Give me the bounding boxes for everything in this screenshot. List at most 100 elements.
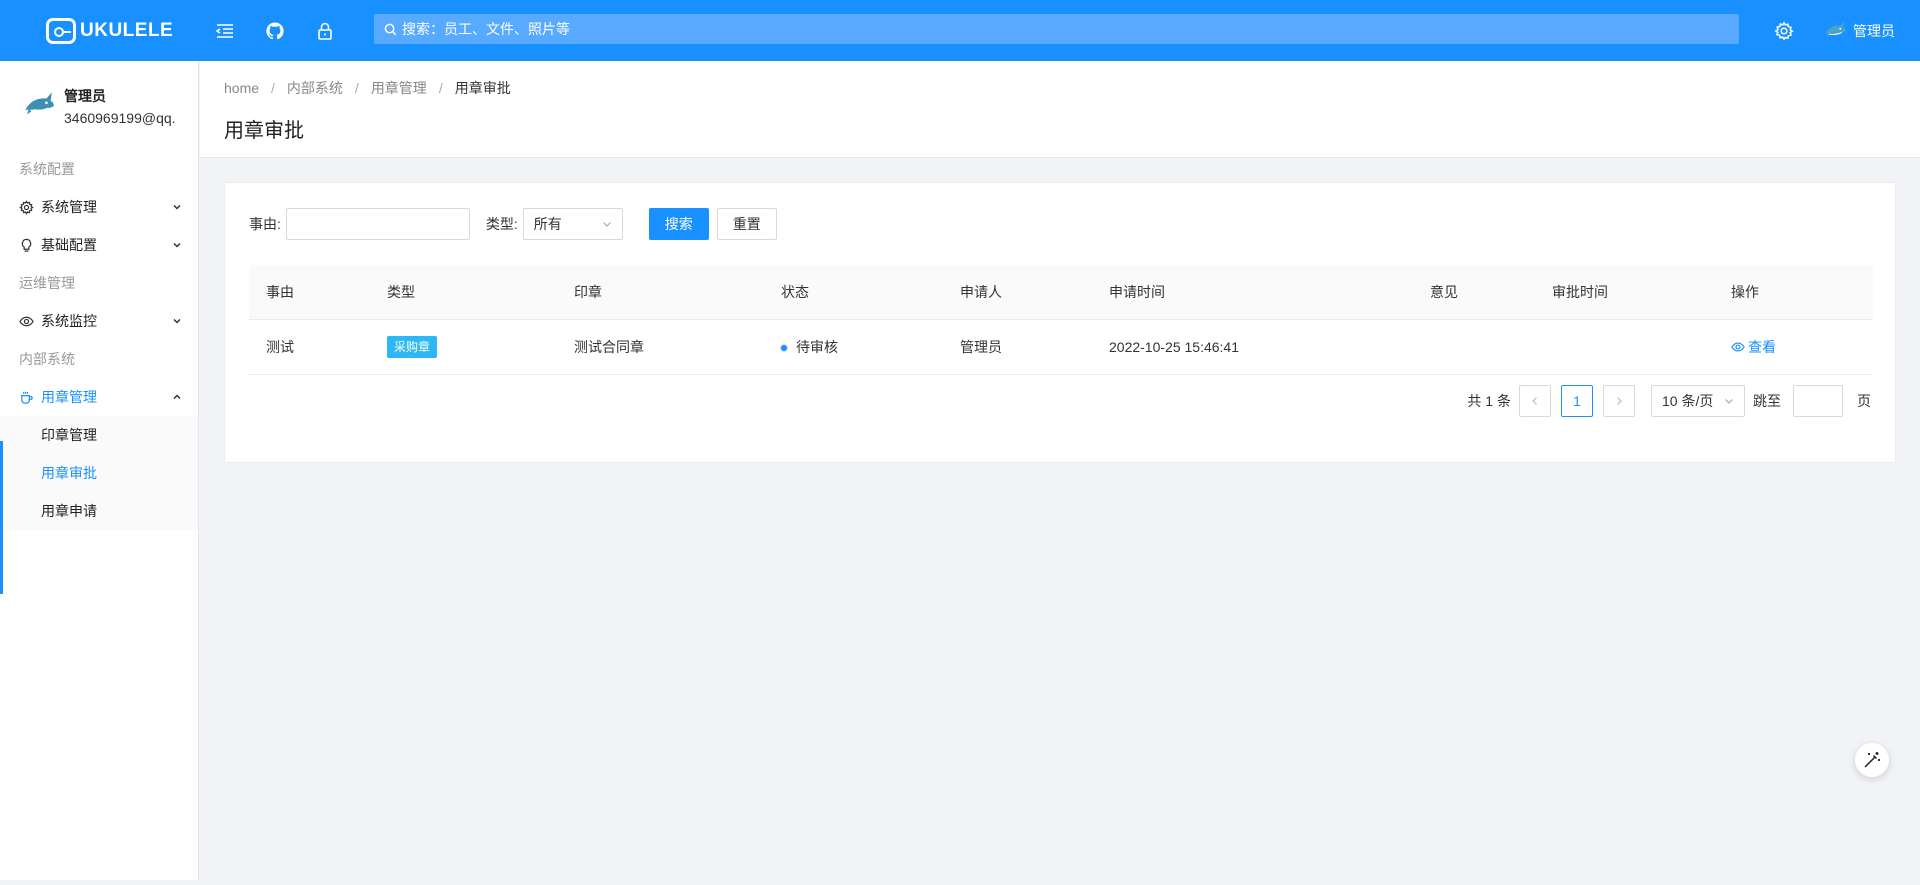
cell-apply-time: 2022-10-25 15:46:41 — [1109, 339, 1239, 355]
col-header-action: 操作 — [1731, 284, 1759, 300]
gear-icon — [19, 199, 34, 215]
table-row: 测试 采购章 测试合同章 待审核 管理员 2022-10-25 15:46:41… — [249, 320, 1873, 375]
filter-bar: 事由: 类型: 所有 搜索 重置 — [249, 208, 785, 240]
view-link[interactable]: 查看 — [1731, 337, 1776, 357]
col-header-applicant: 申请人 — [960, 284, 1002, 300]
reason-label: 事由: — [249, 216, 281, 232]
type-tag: 采购章 — [387, 336, 438, 358]
sidebar-profile: 管理员 3460969199@qq.com — [0, 61, 198, 150]
reason-input[interactable] — [285, 208, 470, 240]
col-header-approve-time: 审批时间 — [1552, 284, 1608, 300]
menu-group-ops: 运维管理 — [19, 275, 75, 291]
cell-seal: 测试合同章 — [574, 339, 644, 355]
menu-group-system-config: 系统配置 — [19, 161, 75, 177]
github-icon[interactable] — [250, 0, 300, 61]
col-header-status: 状态 — [781, 284, 809, 300]
breadcrumb-separator: / — [271, 80, 275, 96]
bulb-icon — [21, 238, 32, 252]
breadcrumb-separator: / — [438, 80, 443, 96]
global-search[interactable] — [374, 14, 1739, 44]
search-icon — [384, 23, 397, 35]
page-title: 用章审批 — [224, 120, 304, 142]
sidebar-item-label: 系统监控 — [41, 313, 97, 329]
shark-avatar-icon — [1825, 20, 1846, 37]
eye-icon — [19, 316, 34, 326]
content-card: 事由: 类型: 所有 搜索 重置 事由 类型 印章 状态 申请人 申请时间 意见… — [224, 182, 1896, 463]
jump-page-input[interactable] — [1793, 385, 1843, 417]
breadcrumb-separator: / — [354, 80, 359, 96]
header-right: 管理员 — [1759, 0, 1920, 61]
logo-icon — [46, 17, 76, 44]
settings-gear-icon[interactable] — [1759, 0, 1809, 61]
type-select-value: 所有 — [533, 216, 562, 232]
chevron-up-icon — [173, 394, 181, 400]
prev-page-button[interactable] — [1519, 385, 1551, 417]
cell-reason: 测试 — [266, 339, 294, 355]
status-dot-icon — [781, 345, 787, 352]
pagination-total: 共 1 条 — [1467, 393, 1511, 409]
sidebar-item-system-monitor[interactable]: 系统监控 — [0, 302, 198, 340]
jump-label: 跳至 — [1753, 393, 1781, 409]
col-header-reason: 事由 — [266, 284, 294, 300]
breadcrumb: home / 内部系统 / 用章管理 / 用章审批 — [224, 70, 1920, 106]
shark-avatar-icon — [25, 91, 54, 114]
col-header-seal: 印章 — [574, 284, 602, 300]
header-user-name: 管理员 — [1853, 22, 1895, 39]
active-menu-indicator — [0, 441, 3, 594]
sidebar-item-label: 用章管理 — [41, 389, 97, 405]
type-select[interactable]: 所有 — [522, 208, 623, 240]
menu-toggle-icon[interactable] — [200, 0, 250, 61]
page-size-select[interactable]: 10 条/页 — [1651, 385, 1745, 417]
theme-settings-button[interactable] — [1855, 743, 1889, 777]
cell-applicant: 管理员 — [960, 339, 1002, 355]
col-header-type: 类型 — [387, 284, 415, 300]
chevron-down-icon — [602, 222, 611, 227]
sidebar-item-label: 基础配置 — [41, 237, 97, 253]
next-page-button[interactable] — [1603, 385, 1635, 417]
sidebar-subitem-seal-approval[interactable]: 用章审批 — [0, 454, 198, 492]
logo[interactable]: UKULELE — [0, 0, 200, 61]
sidebar-item-label: 系统管理 — [41, 199, 97, 215]
sidebar-item-basic-config[interactable]: 基础配置 — [0, 226, 198, 264]
magic-wand-icon — [1864, 752, 1880, 768]
type-label: 类型: — [485, 216, 518, 232]
sidebar-item-system-manage[interactable]: 系统管理 — [0, 188, 198, 226]
page-suffix: 页 — [1857, 393, 1871, 409]
eye-icon — [1731, 342, 1745, 352]
page-button-current[interactable]: 1 — [1561, 385, 1593, 417]
page-header: home / 内部系统 / 用章管理 / 用章审批 用章审批 — [200, 61, 1920, 158]
global-search-input[interactable] — [402, 21, 1690, 37]
menu-group-internal: 内部系统 — [19, 351, 75, 367]
breadcrumb-internal[interactable]: 内部系统 — [287, 78, 343, 98]
pagination: 共 1 条 1 10 条/页 跳至 页 — [1467, 385, 1871, 417]
view-link-label: 查看 — [1748, 339, 1776, 355]
header-user-menu[interactable]: 管理员 — [1809, 19, 1920, 43]
chevron-left-icon — [1532, 397, 1537, 405]
sidebar-subitem-seal-admin[interactable]: 印章管理 — [0, 416, 198, 454]
seal-cup-icon — [21, 391, 33, 404]
profile-name: 管理员 — [64, 87, 106, 104]
sidebar-subitem-seal-apply[interactable]: 用章申请 — [0, 492, 198, 530]
chevron-down-icon — [173, 204, 181, 210]
lock-icon[interactable] — [300, 0, 350, 61]
breadcrumb-current: 用章审批 — [454, 80, 511, 96]
col-header-opinion: 意见 — [1430, 284, 1458, 300]
chevron-down-icon — [1725, 399, 1733, 404]
submenu-seal-manage: 印章管理 用章审批 用章申请 — [0, 416, 198, 530]
chevron-right-icon — [1617, 397, 1622, 405]
search-button[interactable]: 搜索 — [648, 208, 709, 240]
logo-text: UKULELE — [80, 19, 174, 41]
cell-status: 待审核 — [764, 337, 943, 357]
reset-button[interactable]: 重置 — [716, 208, 777, 240]
sidebar: 管理员 3460969199@qq.com 系统配置 系统管理 基础配置 运维管… — [0, 61, 199, 880]
profile-email: 3460969199@qq.com — [64, 109, 176, 126]
approval-table: 事由 类型 印章 状态 申请人 申请时间 意见 审批时间 操作 测试 采购章 测… — [249, 265, 1873, 375]
page-size-value: 10 条/页 — [1662, 393, 1714, 409]
chevron-down-icon — [173, 318, 181, 324]
chevron-down-icon — [173, 242, 181, 248]
col-header-apply-time: 申请时间 — [1109, 284, 1165, 300]
sidebar-item-seal-manage[interactable]: 用章管理 — [0, 378, 198, 416]
breadcrumb-home[interactable]: home — [224, 80, 259, 96]
table-header-row: 事由 类型 印章 状态 申请人 申请时间 意见 审批时间 操作 — [249, 265, 1873, 320]
breadcrumb-seal-manage[interactable]: 用章管理 — [371, 78, 427, 98]
